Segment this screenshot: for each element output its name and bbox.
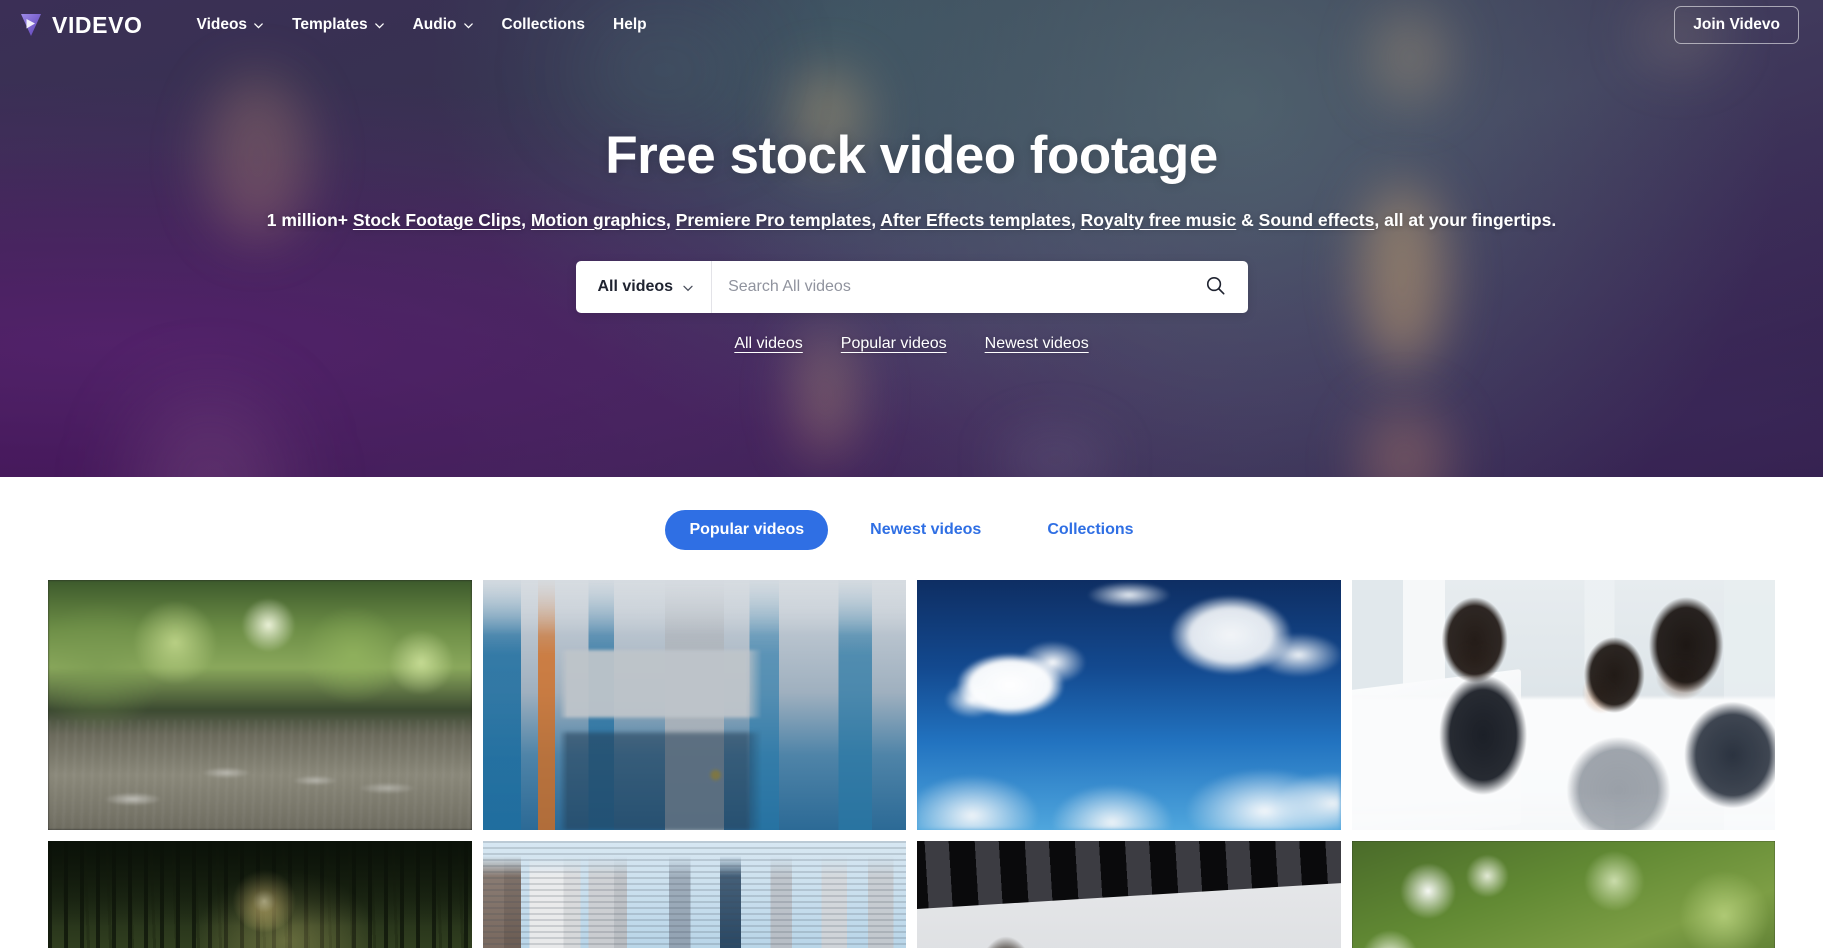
chevron-down-icon [374, 20, 385, 31]
chevron-down-icon [463, 20, 474, 31]
top-navigation-bar: VIDEVO Videos Templates Audio Collection… [0, 0, 1823, 50]
hero-subtitle: 1 million+ Stock Footage Clips, Motion g… [0, 210, 1823, 231]
nav-item-label: Videos [196, 16, 248, 33]
hero-link-after-effects[interactable]: After Effects templates [880, 210, 1071, 230]
brand-name: VIDEVO [52, 11, 143, 38]
nav-item-videos[interactable]: Videos [183, 10, 279, 40]
tab-collections[interactable]: Collections [1023, 510, 1157, 550]
hero-section: VIDEVO Videos Templates Audio Collection… [0, 0, 1823, 477]
nav-item-help[interactable]: Help [599, 10, 661, 40]
hero-link-royalty-free-music[interactable]: Royalty free music [1081, 210, 1237, 230]
quick-link-all-videos[interactable]: All videos [734, 335, 802, 353]
hero-quick-links: All videos Popular videos Newest videos [0, 335, 1823, 353]
watermark-text: 搜狐号@怪木素材 [1423, 942, 1703, 948]
hero-link-premiere-pro[interactable]: Premiere Pro templates [676, 210, 872, 230]
sep-amp: & [1236, 210, 1259, 230]
play-triangle-logo-icon [18, 12, 44, 38]
nav-item-label: Templates [292, 16, 368, 33]
hero-subtitle-prefix: 1 million+ [266, 210, 353, 230]
thumbnail-image [482, 841, 906, 948]
chevron-down-icon [682, 282, 693, 293]
sep: , [871, 210, 881, 230]
sep: , [1070, 210, 1081, 230]
video-thumbnail-city-skyline[interactable] [482, 841, 906, 948]
hero-content: Free stock video footage 1 million+ Stoc… [0, 50, 1823, 353]
tab-popular-videos[interactable]: Popular videos [665, 510, 829, 550]
search-bar: All videos [575, 261, 1248, 313]
thumbnail-image [482, 580, 906, 830]
sep: , [521, 210, 531, 230]
hero-link-motion-graphics[interactable]: Motion graphics [531, 210, 666, 230]
hero-link-sound-effects[interactable]: Sound effects [1259, 210, 1375, 230]
video-thumbnail-rain-on-ground[interactable] [48, 580, 472, 830]
page-title: Free stock video footage [605, 126, 1218, 185]
tab-newest-videos[interactable]: Newest videos [846, 510, 1005, 550]
thumbnail-image [1351, 841, 1775, 948]
nav-item-audio[interactable]: Audio [399, 10, 488, 40]
nav-item-collections[interactable]: Collections [488, 10, 600, 40]
content-tabs: Popular videos Newest videos Collections [0, 477, 1823, 550]
nav-links: Videos Templates Audio Collections Help [183, 10, 661, 40]
nav-item-label: Collections [501, 16, 586, 33]
videvo-logo[interactable]: VIDEVO [18, 12, 143, 39]
nav-item-label: Audio [412, 16, 457, 33]
laptop-shape [1351, 669, 1521, 830]
quick-link-popular-videos[interactable]: Popular videos [841, 335, 947, 353]
video-thumbnail-forest-sunlight[interactable] [48, 841, 472, 948]
nav-item-templates[interactable]: Templates [278, 10, 399, 40]
video-thumbnail-business-team-laptop[interactable] [1351, 580, 1775, 830]
join-videvo-button[interactable]: Join Videvo [1674, 6, 1799, 44]
search-category-label: All videos [597, 278, 674, 295]
video-thumbnail-factory-machinery[interactable] [482, 580, 906, 830]
video-thumbnail-blue-sky-clouds[interactable] [917, 580, 1341, 830]
thumbnail-image [48, 580, 472, 830]
thumbnail-image [917, 580, 1341, 830]
video-thumbnail-office-pair[interactable] [917, 841, 1341, 948]
hero-subtitle-suffix: , all at your fingertips. [1374, 210, 1557, 230]
thumbnail-image [48, 841, 472, 948]
search-category-dropdown[interactable]: All videos [576, 261, 713, 313]
video-grid: 搜狐号@怪木素材 [0, 580, 1823, 948]
thumbnail-image [917, 841, 1341, 948]
sep: , [665, 210, 676, 230]
chevron-down-icon [253, 20, 264, 31]
nav-item-label: Help [613, 16, 647, 33]
search-submit-button[interactable] [1195, 261, 1248, 313]
search-input[interactable] [712, 261, 1195, 313]
quick-link-newest-videos[interactable]: Newest videos [985, 335, 1089, 353]
hero-link-stock-footage[interactable]: Stock Footage Clips [353, 210, 521, 230]
search-icon [1205, 275, 1226, 299]
thumbnail-image [1351, 580, 1775, 830]
video-thumbnail-green-leaves-bokeh[interactable]: 搜狐号@怪木素材 [1351, 841, 1775, 948]
